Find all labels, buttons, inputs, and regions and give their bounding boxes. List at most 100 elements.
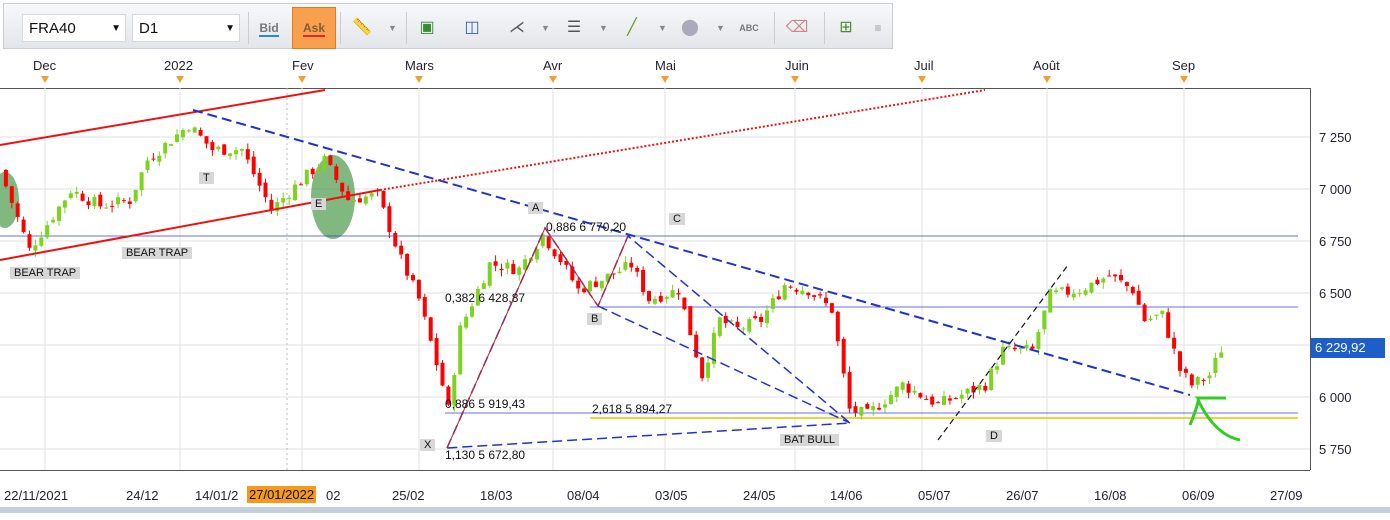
candle-body <box>623 262 628 270</box>
candle-body <box>1042 310 1047 330</box>
candle-body <box>942 396 946 405</box>
candle-body <box>924 398 929 400</box>
candle-body <box>664 296 669 299</box>
candle-body <box>51 219 56 223</box>
bid-button[interactable]: Bid <box>251 11 287 45</box>
month-marker <box>41 76 49 83</box>
candle-body <box>829 303 834 313</box>
candle-body <box>588 281 592 291</box>
candle-body <box>930 396 935 405</box>
month-label: Avr <box>543 58 563 73</box>
fib-label: 0,382 6 428,87 <box>445 291 526 305</box>
candle-body <box>204 136 209 144</box>
candle-body <box>936 402 941 404</box>
candle-body <box>582 288 587 293</box>
horizontal-scrollbar[interactable] <box>0 507 1390 513</box>
price-label: 6 500 <box>1319 286 1352 301</box>
candle-body <box>316 167 321 172</box>
candle-body <box>806 292 811 296</box>
candle-body <box>357 198 362 203</box>
candle-body <box>1178 351 1182 371</box>
candle-body <box>133 189 138 202</box>
candle-body <box>369 193 374 197</box>
date-label: 22/11/2021 <box>4 488 69 503</box>
line-tool-icon[interactable]: ╱ <box>614 11 650 45</box>
fibonacci-icon[interactable]: ☰ <box>556 11 592 45</box>
image-icon[interactable]: ▣ <box>409 11 445 45</box>
text-tool-icon[interactable]: ABC <box>731 11 767 45</box>
ask-button[interactable]: Ask <box>292 7 336 49</box>
candle-body <box>753 316 758 319</box>
candle-body <box>735 321 740 328</box>
candle-body <box>888 394 893 405</box>
candle-body <box>794 289 799 292</box>
date-label: 26/07 <box>1006 488 1039 503</box>
pitchfork-icon[interactable]: ⋌ <box>499 11 535 45</box>
candle-body <box>163 142 168 154</box>
candle-body <box>995 366 1000 370</box>
chevron-down-icon[interactable]: ▼ <box>716 11 725 45</box>
candle-body <box>245 149 250 160</box>
chevron-down-icon[interactable]: ▼ <box>658 11 667 45</box>
point-d-label: D <box>986 430 1002 442</box>
eraser-icon[interactable]: ⌫ <box>779 11 815 45</box>
month-label: Mars <box>405 58 434 73</box>
candle-body <box>92 196 97 207</box>
candle-body <box>1160 310 1165 315</box>
month-label: Sep <box>1172 58 1196 73</box>
candle-body <box>216 146 221 150</box>
trendline-down <box>192 109 1191 396</box>
hand-drawn-arrow <box>1188 396 1241 442</box>
candle-body <box>676 293 681 295</box>
timeframe-select[interactable]: D1 ▼ <box>132 14 240 42</box>
hierarchy-icon[interactable]: ⊞ <box>828 11 864 45</box>
candle-body <box>192 127 197 133</box>
candle-body <box>505 262 510 269</box>
candle-body <box>658 295 663 302</box>
date-label: 16/08 <box>1094 488 1127 503</box>
candle-body <box>776 296 781 300</box>
chevron-down-icon[interactable]: ▼ <box>599 11 608 45</box>
candle-body <box>340 182 345 192</box>
month-label: Juin <box>785 58 809 73</box>
candle-body <box>759 317 764 322</box>
candle-body <box>688 306 693 336</box>
month-marker <box>176 76 184 83</box>
candle-body <box>1124 282 1129 286</box>
candle-body <box>682 297 687 310</box>
candle-body <box>1119 274 1123 281</box>
price-chart[interactable]: BEAR TRAP BEAR TRAP T E A B C D X BAT BU… <box>0 88 1311 470</box>
symbol-select[interactable]: FRA40 ▼ <box>22 14 126 42</box>
candle-body <box>3 169 8 187</box>
candle-body <box>186 130 191 132</box>
candle-body <box>1136 290 1141 305</box>
date-label: 02 <box>326 488 341 503</box>
candle-body <box>1077 293 1082 295</box>
candle-body <box>422 297 427 317</box>
candle-body <box>352 199 356 202</box>
date-label: 25/02 <box>392 488 425 503</box>
candle-body <box>121 200 126 202</box>
indicator-window-icon[interactable]: ◫ <box>454 11 490 45</box>
ellipse-icon[interactable]: ⬤ <box>672 11 708 45</box>
candle-body <box>835 311 840 342</box>
candle-body <box>947 398 952 401</box>
candle-body <box>859 406 864 416</box>
candle-body <box>33 245 38 251</box>
candle-body <box>21 219 26 233</box>
candle-body <box>1166 312 1171 338</box>
chevron-down-icon: ▼ <box>111 23 121 34</box>
candle-body <box>841 338 846 374</box>
month-label: Dec <box>33 58 57 73</box>
candle-body <box>918 393 923 398</box>
chevron-down-icon[interactable]: ▼ <box>541 11 550 45</box>
ruler-icon[interactable]: 📏 <box>344 11 380 45</box>
date-label: 24/12 <box>126 488 159 503</box>
candle-body <box>1012 347 1017 350</box>
month-label: Juil <box>914 58 934 73</box>
toolbar-overflow-icon[interactable]: ≡ <box>868 11 888 45</box>
month-label: Mai <box>655 58 676 73</box>
chevron-down-icon[interactable]: ▼ <box>388 11 397 45</box>
month-label: 2022 <box>164 58 193 73</box>
candle-body <box>770 298 775 309</box>
